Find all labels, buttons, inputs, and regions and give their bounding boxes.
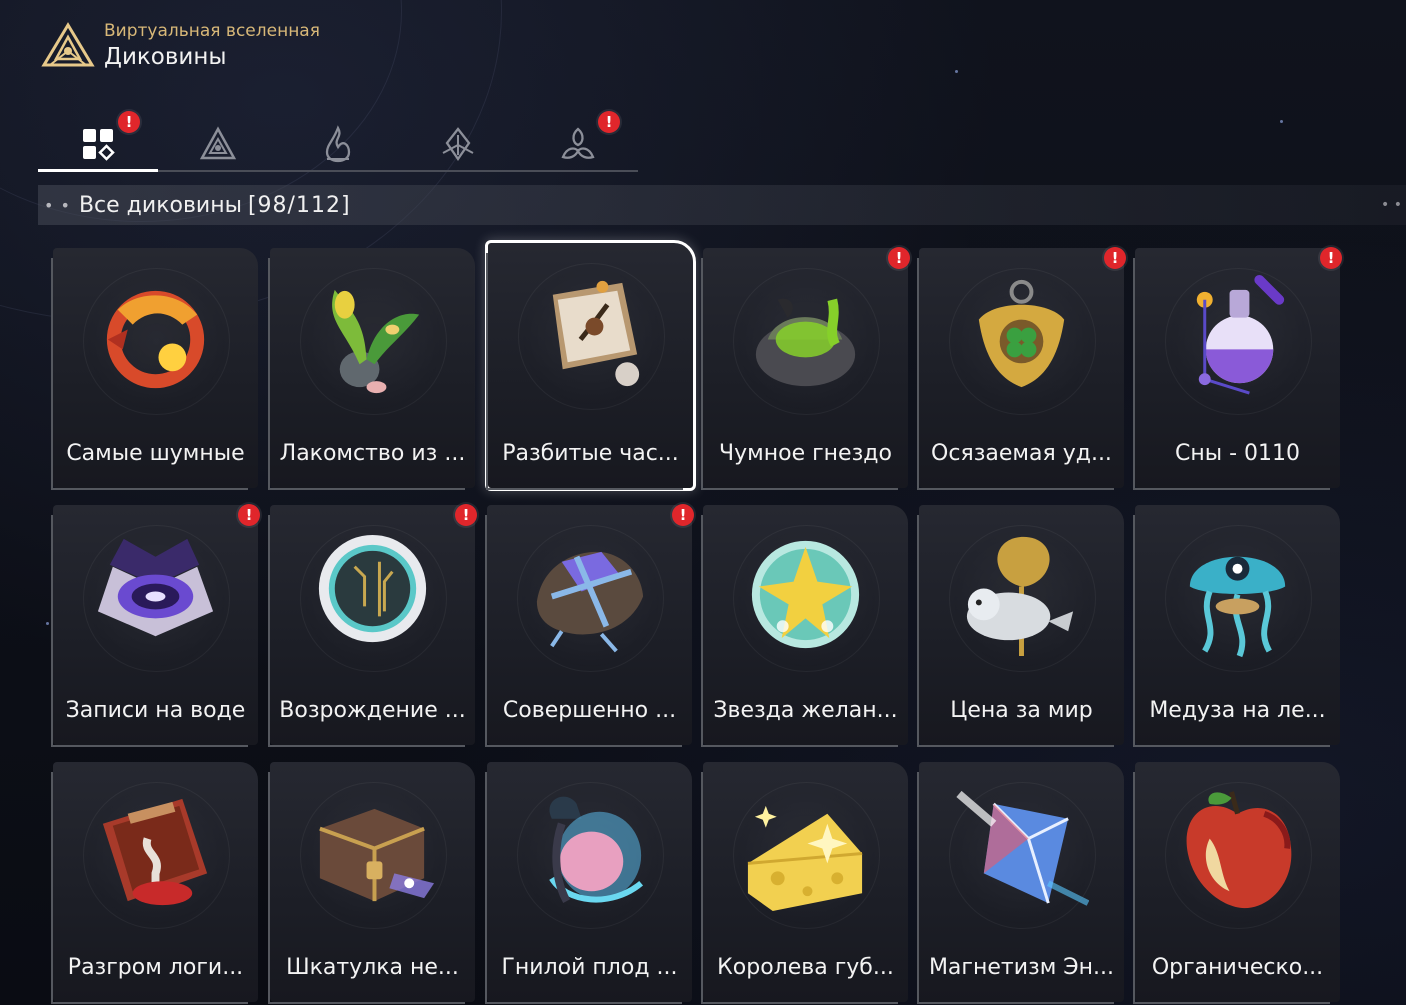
curio-name: Медуза на ле...: [1149, 698, 1326, 723]
curio-card[interactable]: Самые шумные: [51, 248, 258, 490]
triangle-emblem-icon: [199, 126, 237, 160]
crystal-prism-icon: [956, 790, 1089, 906]
collection-label: Все диковины: [78, 192, 242, 218]
leaf-emblem-icon: [442, 127, 474, 162]
page-header: Виртуальная вселенная Диковины: [40, 20, 320, 72]
curio-name: Магнетизм Эн...: [928, 955, 1115, 980]
star-dot: [46, 622, 49, 625]
curio-name: Совершенно ...: [502, 698, 677, 723]
curio-name: Самые шумные: [66, 441, 245, 466]
seal-trophy-icon: [966, 536, 1074, 657]
tab-category-5[interactable]: !: [518, 111, 638, 170]
curio-card[interactable]: Осязаемая уд...!: [917, 247, 1126, 490]
header-subtitle: Виртуальная вселенная: [104, 21, 320, 41]
potion-flask-icon: [1196, 274, 1285, 395]
curio-card[interactable]: Магнетизм Эн...: [917, 762, 1124, 1004]
curio-card[interactable]: Записи на воде!: [51, 504, 260, 747]
treasure-chest-icon: [319, 808, 435, 902]
tab-category-4[interactable]: [398, 118, 518, 170]
cheese-icon: [747, 805, 863, 912]
vortex-book-icon: [97, 538, 214, 637]
page-title: Диковины: [104, 44, 227, 70]
curio-name: Разбитые час...: [502, 441, 679, 466]
curio-card[interactable]: Чумное гнездо!: [701, 247, 910, 490]
curio-card[interactable]: Лакомство из ...: [268, 248, 475, 490]
rotten-fruit-icon: [549, 796, 644, 904]
triangle-emblem-icon: [41, 22, 95, 67]
curio-card[interactable]: Совершенно ...!: [485, 504, 694, 747]
curio-name: Цена за мир: [950, 698, 1093, 723]
alert-badge: !: [1104, 247, 1126, 269]
curio-card[interactable]: Королева губ...: [701, 762, 908, 1004]
curio-name: Разгром логи...: [67, 955, 244, 980]
category-tabs: ! !: [38, 111, 638, 172]
alert-badge: !: [455, 504, 477, 526]
tab-category-3[interactable]: [278, 118, 398, 170]
decor-dots-end: • •: [1381, 197, 1402, 213]
collection-header: • • Все диковины [98/112] • •: [38, 185, 1406, 225]
curio-card[interactable]: Органическо...: [1133, 762, 1340, 1004]
plague-nest-icon: [755, 298, 856, 387]
alert-badge: !: [672, 504, 694, 526]
jellyfish-icon: [1189, 556, 1286, 658]
alert-badge: !: [118, 111, 140, 133]
curio-card[interactable]: Шкатулка не...: [268, 762, 475, 1004]
game-screen: Виртуальная вселенная Диковины ! ! • • В…: [0, 0, 1406, 1005]
curio-name: Возрождение ...: [279, 698, 466, 723]
wish-star-orb-icon: [751, 540, 860, 649]
curio-name: Лакомство из ...: [279, 441, 466, 466]
grid-category-icon: [83, 129, 115, 161]
curio-name: Звезда желан...: [713, 698, 898, 723]
star-dot: [1280, 120, 1283, 123]
bloody-book-icon: [102, 798, 208, 906]
curio-card[interactable]: Гнилой плод ...: [485, 762, 692, 1004]
star-dot: [955, 70, 958, 73]
alert-badge: !: [238, 504, 260, 526]
curio-card[interactable]: Медуза на ле...: [1133, 505, 1340, 747]
curio-card[interactable]: Сны - 0110!: [1133, 247, 1342, 490]
decor-dots: • •: [44, 195, 71, 215]
curio-card[interactable]: Разбитые час...: [485, 240, 696, 491]
curio-name: Гнилой плод ...: [501, 955, 678, 980]
curio-name: Чумное гнездо: [719, 441, 892, 466]
curio-name: Записи на воде: [65, 698, 246, 723]
alert-badge: !: [598, 111, 620, 133]
trefoil-emblem-icon: [561, 127, 595, 159]
curio-card[interactable]: Звезда желан...: [701, 505, 908, 747]
collection-count: [98/112]: [247, 192, 351, 218]
fire-dragon-icon: [106, 290, 205, 389]
tab-category-2[interactable]: [158, 118, 278, 170]
seaweed-plant-icon: [332, 289, 420, 394]
circuit-disc-icon: [318, 534, 427, 643]
curio-card[interactable]: Разгром логи...: [51, 762, 258, 1004]
broken-clock-icon: [552, 280, 640, 387]
curio-card[interactable]: Возрождение ...!: [268, 504, 477, 747]
flame-emblem-icon: [325, 125, 351, 163]
curio-name: Шкатулка не...: [286, 955, 459, 980]
tab-all[interactable]: !: [38, 111, 158, 172]
clover-amulet-icon: [978, 279, 1065, 388]
curio-name: Сны - 0110: [1174, 441, 1301, 466]
wrapped-package-icon: [536, 551, 644, 653]
curio-name: Осязаемая уд...: [931, 441, 1112, 466]
apple-heart-icon: [1186, 791, 1292, 909]
alert-badge: !: [1320, 247, 1342, 269]
alert-badge: !: [888, 247, 910, 269]
curio-card[interactable]: Цена за мир: [917, 505, 1124, 747]
curio-name: Органическо...: [1151, 955, 1324, 980]
curio-name: Королева губ...: [717, 955, 894, 980]
